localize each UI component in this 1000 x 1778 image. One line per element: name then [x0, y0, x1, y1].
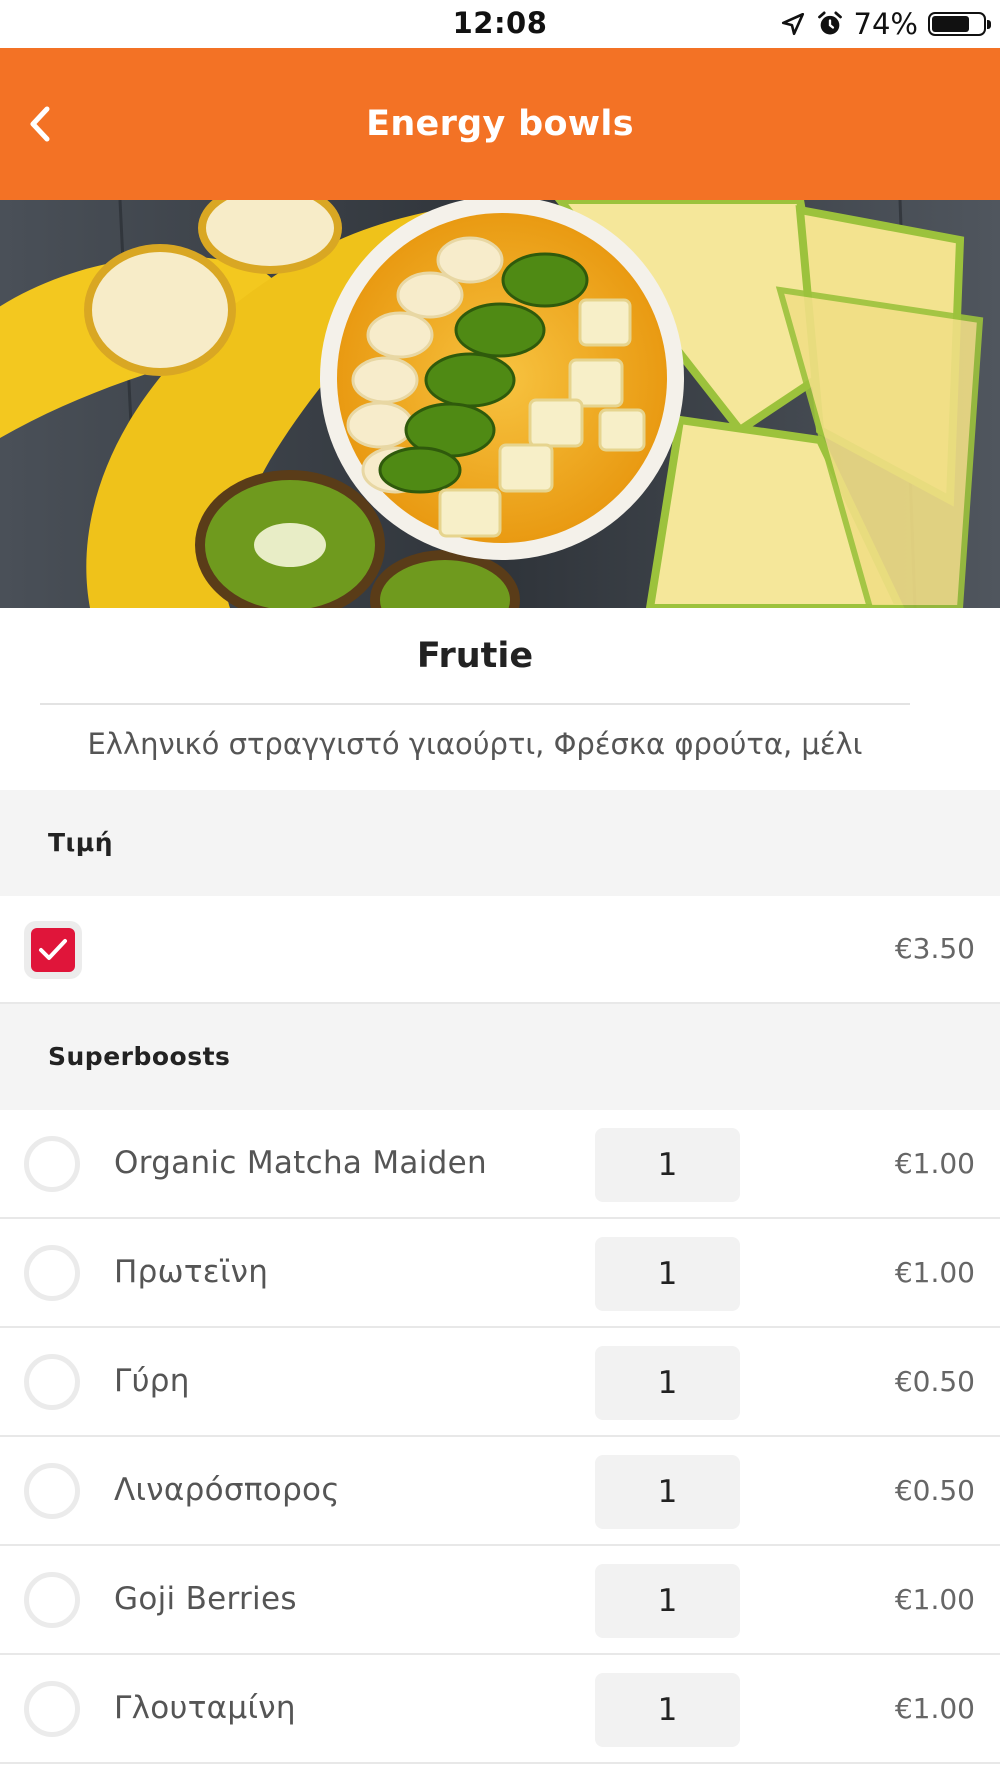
option-row[interactable]: Goji Berries 1 €1.00 [0, 1546, 1000, 1655]
option-radio[interactable] [24, 1572, 80, 1628]
option-price: €1.00 [894, 1256, 975, 1289]
status-indicators: 74% [780, 6, 991, 42]
product-photo [0, 200, 1000, 608]
price-section-header: Τιμή [0, 790, 1000, 896]
product-description: Ελληνικό στραγγιστό γιαούρτι, Φρέσκα φρο… [87, 727, 863, 761]
checkbox-checked [31, 928, 75, 972]
option-row[interactable]: Γλουταμίνη 1 €1.00 [0, 1655, 1000, 1764]
app-header: Energy bowls [0, 48, 1000, 200]
base-price-row[interactable]: €3.50 [0, 896, 1000, 1004]
product-detail-screen: 12:08 74% Energy bowls Frutie Ελληνικό σ… [0, 0, 1000, 1778]
superboosts-section-header: Superboosts [0, 1004, 1000, 1110]
base-price-checkbox[interactable] [24, 921, 82, 979]
page-title: Energy bowls [366, 104, 634, 144]
title-divider [40, 703, 910, 705]
option-price: €1.00 [894, 1583, 975, 1616]
product-name: Frutie [416, 636, 534, 676]
option-radio[interactable] [24, 1354, 80, 1410]
option-radio[interactable] [24, 1463, 80, 1519]
battery-level-fill [932, 16, 969, 32]
quantity-field[interactable]: 1 [595, 1455, 740, 1529]
option-radio[interactable] [24, 1245, 80, 1301]
option-radio[interactable] [24, 1681, 80, 1737]
option-price: €1.00 [894, 1147, 975, 1180]
back-button[interactable] [12, 96, 68, 152]
option-row[interactable]: Λιναρόσπορος 1 €0.50 [0, 1437, 1000, 1546]
option-price: €0.50 [894, 1365, 975, 1398]
price-section-title: Τιμή [48, 828, 113, 857]
checkmark-icon [39, 939, 67, 960]
status-bar: 12:08 74% [0, 0, 1000, 48]
quantity-field[interactable]: 1 [595, 1346, 740, 1420]
option-row[interactable]: Πρωτεϊνη 1 €1.00 [0, 1219, 1000, 1328]
option-name: Λιναρόσπορος [114, 1472, 340, 1508]
chevron-left-icon [30, 106, 50, 142]
option-radio[interactable] [24, 1136, 80, 1192]
quantity-field[interactable]: 1 [595, 1237, 740, 1311]
option-row[interactable]: Organic Matcha Maiden 1 €1.00 [0, 1110, 1000, 1219]
option-name: Πρωτεϊνη [114, 1254, 269, 1290]
option-row[interactable]: Γύρη 1 €0.50 [0, 1328, 1000, 1437]
battery-icon [928, 12, 991, 36]
battery-percentage: 74% [853, 7, 918, 41]
option-price: €0.50 [894, 1474, 975, 1507]
option-name: Organic Matcha Maiden [114, 1145, 487, 1181]
alarm-clock-icon [817, 11, 842, 35]
option-name: Γλουταμίνη [114, 1690, 296, 1726]
superboosts-section-title: Superboosts [48, 1042, 231, 1071]
location-arrow-icon [781, 12, 804, 36]
option-name: Goji Berries [114, 1581, 297, 1617]
quantity-field[interactable]: 1 [595, 1564, 740, 1638]
base-price: €3.50 [894, 932, 975, 965]
quantity-field[interactable]: 1 [595, 1673, 740, 1747]
option-price: €1.00 [894, 1692, 975, 1725]
option-name: Γύρη [114, 1363, 190, 1399]
quantity-field[interactable]: 1 [595, 1128, 740, 1202]
